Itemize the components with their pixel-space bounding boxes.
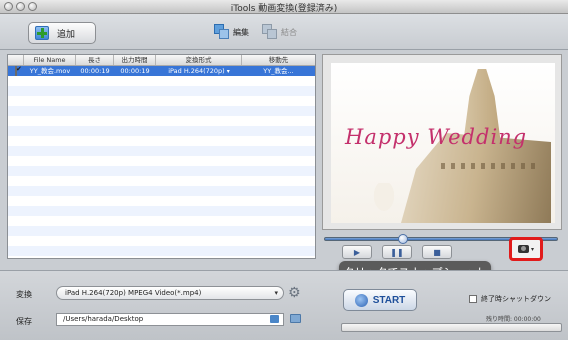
title-bar: iTools 動画変換(登録済み) [0, 0, 568, 14]
camera-icon [517, 245, 529, 253]
empty-row [8, 226, 315, 236]
chevron-down-icon: ▾ [530, 245, 534, 253]
toolbar: 追加 編集 結合 [0, 14, 568, 50]
folder-picker-icon[interactable] [270, 315, 279, 323]
play-icon: ▶ [353, 247, 361, 257]
column-header-file-name[interactable]: File Name [24, 55, 76, 65]
add-file-icon [35, 26, 49, 40]
play-button[interactable]: ▶ [342, 245, 372, 259]
column-header-output-time[interactable]: 出力時間 [114, 55, 156, 65]
preview-image: Happy Wedding [331, 63, 555, 223]
column-header-check[interactable] [8, 55, 24, 65]
add-button-label: 追加 [57, 29, 76, 40]
empty-row [8, 86, 315, 96]
preview-panel: Happy Wedding ▶ ❚❚ ■ ▾ [322, 54, 562, 261]
format-select[interactable]: iPad H.264(720p) MPEG4 Video(*.mp4) ▾ [56, 286, 284, 300]
cell-format[interactable]: iPad H.264(720p) ▾ [156, 66, 242, 76]
bottom-panel: 変換 iPad H.264(720p) MPEG4 Video(*.mp4) ▾… [0, 270, 568, 340]
shutdown-label: 終了時シャットダウン [481, 295, 551, 303]
window-title: iTools 動画変換(登録済み) [230, 4, 338, 14]
save-path-value: /Users/harada/Desktop [63, 315, 144, 323]
stop-button[interactable]: ■ [422, 245, 452, 259]
file-list: File Name 長さ 出力時間 変換形式 移動先 YY_教会.mov 00:… [7, 54, 316, 259]
couple-image [371, 183, 397, 215]
file-list-header: File Name 長さ 出力時間 変換形式 移動先 [8, 55, 315, 66]
format-select-value: iPad H.264(720p) MPEG4 Video(*.mp4) [65, 289, 202, 297]
stop-icon: ■ [433, 247, 441, 257]
chevron-down-icon: ▾ [274, 289, 278, 297]
snapshot-button[interactable]: ▾ [509, 237, 543, 261]
cell-length: 00:00:19 [80, 67, 110, 75]
empty-row [8, 206, 315, 216]
remaining-time: 残り時間: 00:00:00 [486, 316, 541, 323]
row-checkbox-cell[interactable] [8, 66, 24, 76]
shutdown-option[interactable]: 終了時シャットダウン [469, 294, 551, 304]
pause-icon: ❚❚ [390, 247, 404, 257]
gear-icon[interactable]: ⚙ [288, 286, 301, 300]
edit-icon [214, 24, 230, 40]
save-label: 保存 [16, 317, 32, 326]
cell-output-time: 00:00:19 [120, 67, 150, 75]
empty-row [8, 166, 315, 176]
merge-button[interactable]: 結合 [262, 24, 297, 40]
pause-button[interactable]: ❚❚ [382, 245, 412, 259]
conversion-progress-bar [341, 323, 562, 332]
empty-row [8, 146, 315, 156]
app-window: iTools 動画変換(登録済み) 追加 編集 結合 File Name 長さ … [0, 0, 568, 340]
chevron-down-icon: ▾ [226, 68, 230, 75]
column-header-length[interactable]: 長さ [76, 55, 114, 65]
table-row[interactable]: YY_教会.mov 00:00:19 00:00:19 iPad H.264(7… [8, 66, 315, 76]
video-preview: Happy Wedding [322, 54, 562, 230]
seek-slider-knob[interactable] [398, 234, 408, 244]
column-header-format[interactable]: 変換形式 [156, 55, 242, 65]
empty-row [8, 186, 315, 196]
merge-icon [262, 24, 278, 40]
empty-row [8, 106, 315, 116]
column-header-destination[interactable]: 移動先 [242, 55, 315, 65]
save-path-field[interactable]: /Users/harada/Desktop [56, 313, 284, 326]
open-folder-icon[interactable] [290, 314, 301, 323]
convert-label: 変換 [16, 290, 32, 299]
cell-file-name: YY_教会.mov [29, 67, 71, 75]
merge-button-label: 結合 [281, 27, 297, 37]
cell-format-value: iPad H.264(720p) [168, 67, 225, 75]
empty-row [8, 246, 315, 256]
add-button[interactable]: 追加 [28, 22, 96, 44]
empty-row [8, 126, 315, 136]
start-button[interactable]: START [343, 289, 417, 311]
shutdown-checkbox[interactable] [469, 295, 477, 303]
edit-button-label: 編集 [233, 27, 249, 37]
cell-destination: YY_教会... [263, 67, 294, 75]
start-icon [354, 293, 368, 307]
preview-overlay-text: Happy Wedding [345, 125, 528, 149]
row-checkbox[interactable] [15, 66, 17, 76]
edit-button[interactable]: 編集 [214, 24, 249, 40]
start-button-label: START [372, 294, 406, 306]
